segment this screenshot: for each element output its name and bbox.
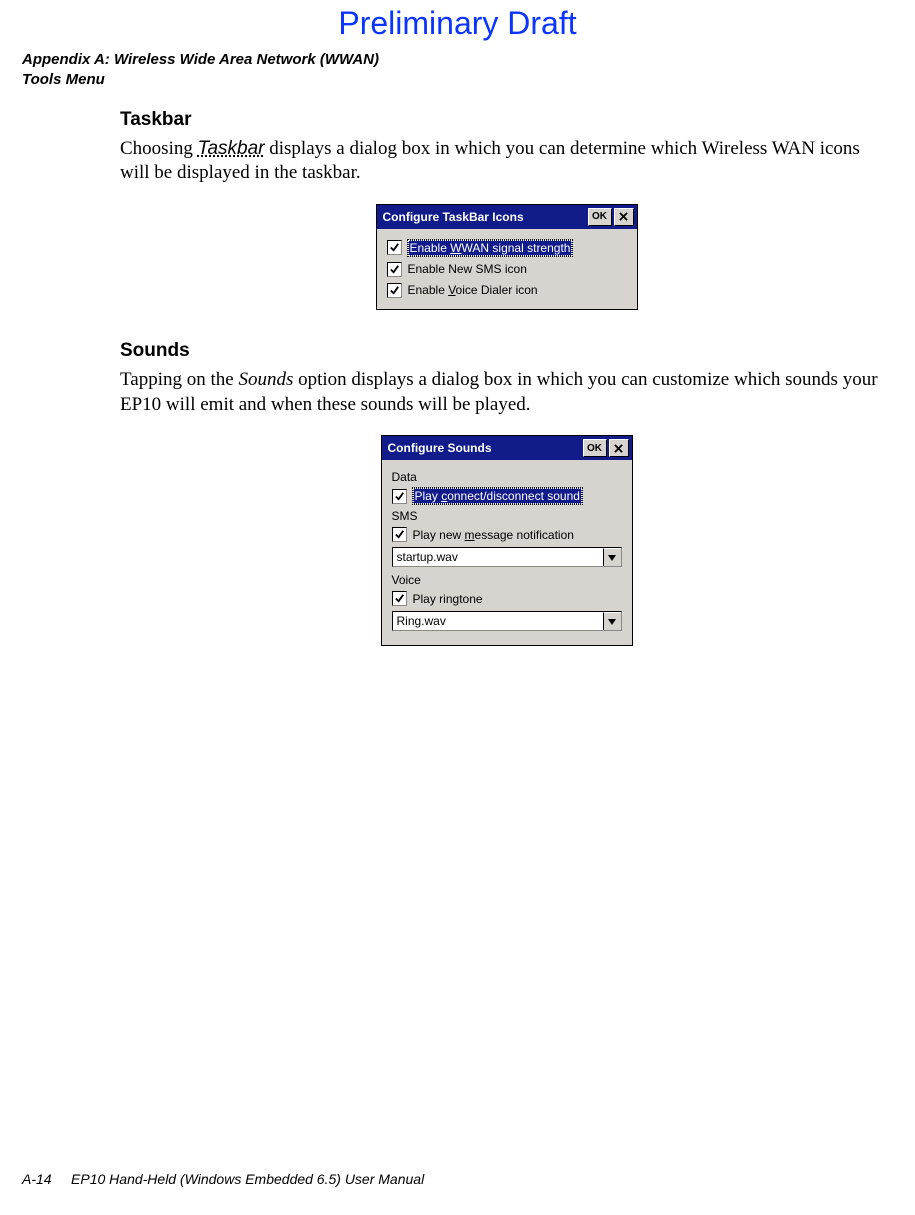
checkbox[interactable] [392, 527, 407, 542]
chevron-down-icon [608, 555, 616, 561]
checkmark-icon [394, 529, 405, 540]
italic-term-sounds: Sounds [238, 369, 293, 390]
dialog-body: Data Play connect/disconnect sound SMS P… [382, 460, 632, 645]
combo-value: startup.wav [393, 548, 603, 566]
checkmark-icon [394, 491, 405, 502]
text: Tapping on the [120, 369, 238, 390]
dialog-body: Enable WWAN signal strength Enable New S… [377, 229, 637, 309]
checkbox[interactable] [392, 591, 407, 606]
header-line2: Tools Menu [22, 70, 915, 90]
ui-term-taskbar: Taskbar [198, 138, 265, 159]
close-icon [614, 444, 623, 453]
dialog-title: Configure TaskBar Icons [383, 210, 586, 224]
titlebar: Configure TaskBar Icons OK [377, 205, 637, 229]
checkbox-label: Enable New SMS icon [408, 262, 527, 276]
ok-button[interactable]: OK [583, 439, 607, 457]
figure-taskbar-dialog: Configure TaskBar Icons OK Enable WWAN s… [120, 204, 893, 310]
page-footer: A-14 EP10 Hand-Held (Windows Embedded 6.… [22, 1171, 424, 1187]
combo-value: Ring.wav [393, 612, 603, 630]
checkbox-label: Play new message notification [413, 528, 574, 542]
page-content: Taskbar Choosing Taskbar displays a dial… [0, 91, 915, 647]
checkbox[interactable] [387, 240, 402, 255]
checkbox-row-wwan-signal[interactable]: Enable WWAN signal strength [387, 237, 627, 259]
combo-ringtone[interactable]: Ring.wav [392, 611, 622, 631]
checkbox[interactable] [387, 262, 402, 277]
checkbox-row-connect-sound[interactable]: Play connect/disconnect sound [392, 485, 622, 507]
watermark: Preliminary Draft [0, 0, 915, 42]
checkmark-icon [389, 285, 400, 296]
dropdown-button[interactable] [603, 548, 621, 566]
checkmark-icon [389, 242, 400, 253]
page-number: A-14 [22, 1171, 52, 1187]
paragraph-sounds: Tapping on the Sounds option displays a … [120, 368, 893, 417]
checkbox-label: Play connect/disconnect sound [413, 488, 582, 504]
checkbox-row-ringtone[interactable]: Play ringtone [392, 588, 622, 609]
heading-sounds: Sounds [120, 340, 893, 362]
titlebar: Configure Sounds OK [382, 436, 632, 460]
ok-button[interactable]: OK [588, 208, 612, 226]
close-icon [619, 212, 628, 221]
checkbox-row-sms-icon[interactable]: Enable New SMS icon [387, 259, 627, 280]
checkmark-icon [389, 264, 400, 275]
header-line1: Appendix A: Wireless Wide Area Network (… [22, 50, 915, 70]
combo-sms-sound[interactable]: startup.wav [392, 547, 622, 567]
paragraph-taskbar: Choosing Taskbar displays a dialog box i… [120, 137, 893, 186]
group-label-sms: SMS [392, 509, 622, 523]
checkbox-label: Enable WWAN signal strength [408, 240, 573, 256]
checkbox-row-voice-dialer[interactable]: Enable Voice Dialer icon [387, 280, 627, 301]
heading-taskbar: Taskbar [120, 109, 893, 131]
group-label-data: Data [392, 470, 622, 484]
checkmark-icon [394, 593, 405, 604]
dialog-title: Configure Sounds [388, 441, 581, 455]
manual-title: EP10 Hand-Held (Windows Embedded 6.5) Us… [71, 1171, 424, 1187]
close-button[interactable] [609, 439, 629, 457]
appendix-header: Appendix A: Wireless Wide Area Network (… [0, 42, 915, 91]
dialog-configure-taskbar: Configure TaskBar Icons OK Enable WWAN s… [376, 204, 638, 310]
dropdown-button[interactable] [603, 612, 621, 630]
close-button[interactable] [614, 208, 634, 226]
checkbox[interactable] [392, 489, 407, 504]
group-label-voice: Voice [392, 573, 622, 587]
checkbox-row-message-notification[interactable]: Play new message notification [392, 524, 622, 545]
figure-sounds-dialog: Configure Sounds OK Data Play connect/di… [120, 435, 893, 646]
text: Choosing [120, 138, 198, 159]
chevron-down-icon [608, 619, 616, 625]
checkbox-label: Play ringtone [413, 592, 483, 606]
checkbox-label: Enable Voice Dialer icon [408, 283, 538, 297]
dialog-configure-sounds: Configure Sounds OK Data Play connect/di… [381, 435, 633, 646]
checkbox[interactable] [387, 283, 402, 298]
